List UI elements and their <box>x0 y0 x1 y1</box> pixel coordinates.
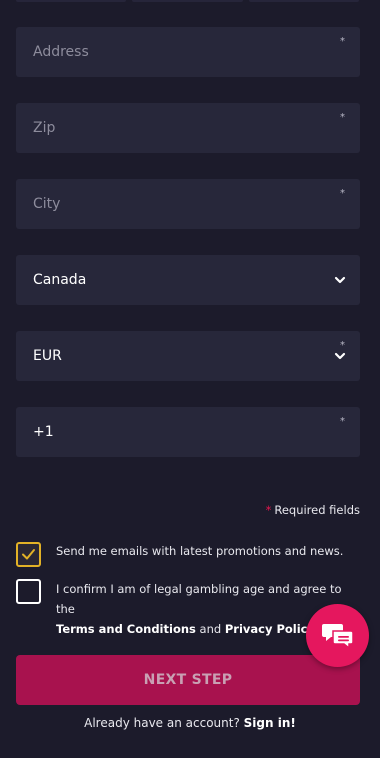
emails-checkbox-label: Send me emails with latest promotions an… <box>56 544 344 558</box>
required-note-text: Required fields <box>274 503 360 517</box>
required-marker: * <box>340 36 345 47</box>
next-step-button[interactable]: NEXT STEP <box>16 655 360 705</box>
address-field[interactable]: Address * <box>16 27 360 77</box>
sign-in-link[interactable]: Sign in! <box>244 716 296 730</box>
chevron-down-icon <box>334 352 346 360</box>
address-placeholder: Address <box>33 44 89 60</box>
zip-field[interactable]: Zip * <box>16 103 360 153</box>
required-marker: * <box>340 416 345 427</box>
age-terms-checkbox[interactable] <box>16 579 41 604</box>
required-note-star: * <box>265 503 272 517</box>
chat-bubbles-icon <box>321 623 354 650</box>
age-terms-text: I confirm I am of legal gambling age and… <box>56 582 342 616</box>
emails-checkbox[interactable] <box>16 542 41 567</box>
city-field[interactable]: City * <box>16 179 360 229</box>
phone-field[interactable]: +1 * <box>16 407 360 457</box>
currency-value: EUR <box>33 348 62 364</box>
city-placeholder: City <box>33 196 61 212</box>
required-fields-note: * Required fields <box>266 503 360 517</box>
account-prompt-text: Already have an account? <box>84 716 240 730</box>
required-marker: * <box>340 188 345 199</box>
terms-link[interactable]: Terms and Conditions <box>56 622 196 636</box>
signin-prompt: Already have an account? Sign in! <box>0 716 380 730</box>
phone-prefix: +1 <box>33 424 54 440</box>
country-select[interactable]: Canada <box>16 255 360 305</box>
age-terms-label: I confirm I am of legal gambling age and… <box>56 579 346 639</box>
currency-select[interactable]: EUR * <box>16 331 360 381</box>
check-icon <box>22 549 35 560</box>
chat-button[interactable] <box>306 604 369 667</box>
privacy-link[interactable]: Privacy Policy <box>225 622 315 636</box>
country-value: Canada <box>33 272 87 288</box>
required-marker: * <box>340 112 345 123</box>
chevron-down-icon <box>334 276 346 284</box>
previous-fields-edge <box>16 0 359 2</box>
and-text: and <box>199 622 222 636</box>
zip-placeholder: Zip <box>33 120 56 136</box>
